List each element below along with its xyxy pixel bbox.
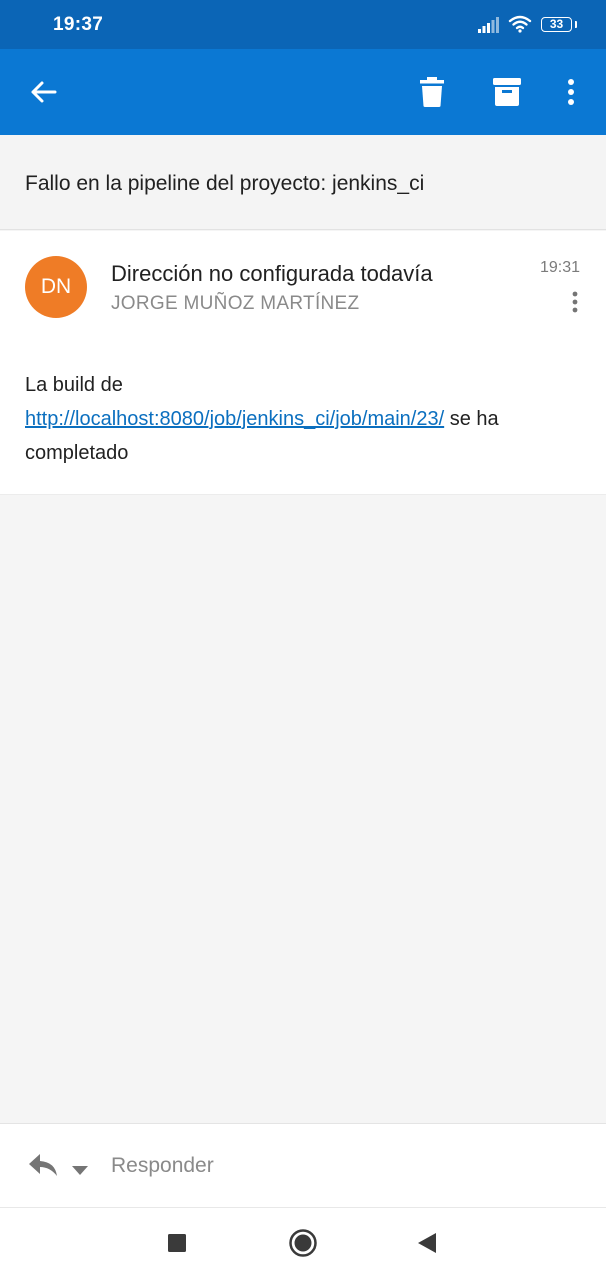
delete-button[interactable]: [409, 69, 455, 115]
more-vertical-icon: [568, 79, 574, 105]
recents-button[interactable]: [160, 1226, 194, 1260]
triangle-back-icon: [418, 1233, 436, 1253]
message-time: 19:31: [539, 259, 580, 276]
subject-bar: Fallo en la pipeline del proyecto: jenki…: [0, 135, 606, 230]
wifi-icon: [508, 15, 532, 38]
archive-button[interactable]: [484, 69, 530, 115]
body-text-prefix: La build de: [25, 374, 123, 396]
signal-icon: [478, 17, 500, 38]
trash-icon: [420, 77, 444, 107]
sender-name[interactable]: Dirección no configurada todavía: [111, 261, 433, 287]
message-body: La build de http://localhost:8080/job/je…: [25, 368, 570, 470]
avatar[interactable]: DN: [25, 256, 87, 318]
square-icon: [168, 1234, 186, 1252]
back-button[interactable]: [20, 69, 66, 115]
circle-icon: [289, 1229, 317, 1257]
status-time: 19:37: [53, 14, 104, 35]
system-nav-bar: [0, 1207, 606, 1280]
home-button[interactable]: [286, 1226, 320, 1260]
build-link[interactable]: http://localhost:8080/job/jenkins_ci/job…: [25, 408, 444, 430]
email-subject: Fallo en la pipeline del proyecto: jenki…: [25, 172, 425, 195]
reply-input[interactable]: Responder: [111, 1154, 214, 1178]
archive-icon: [493, 78, 521, 106]
message-card: DN Dirección no configurada todavía JORG…: [0, 231, 606, 495]
more-options-button[interactable]: [548, 69, 594, 115]
arrow-left-icon: [31, 81, 57, 103]
more-vertical-icon: [572, 291, 578, 313]
status-bar: 19:37 33: [0, 0, 606, 49]
reply-bar: Responder: [0, 1123, 606, 1207]
battery-icon: 33: [541, 17, 572, 32]
app-bar: [0, 49, 606, 135]
sender-address: JORGE MUÑOZ MARTÍNEZ: [111, 293, 360, 314]
message-more-button[interactable]: [564, 287, 586, 317]
nav-back-button[interactable]: [410, 1226, 444, 1260]
battery-tip: [575, 21, 577, 28]
chevron-down-icon[interactable]: [72, 1162, 88, 1180]
reply-icon[interactable]: [28, 1152, 58, 1183]
